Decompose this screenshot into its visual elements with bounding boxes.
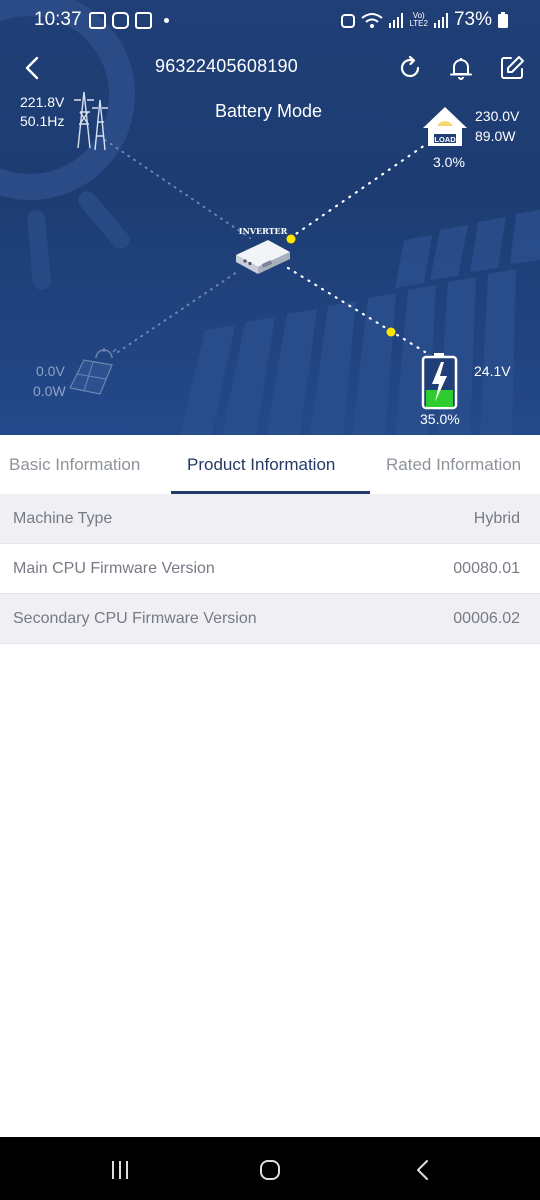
- battery-icon: [421, 353, 458, 410]
- flow-dot-battery: [386, 327, 396, 337]
- inverter-icon: [236, 240, 290, 274]
- info-key: Machine Type: [13, 510, 113, 527]
- energy-flow-panel: 10:37 Vo) LTE2 73% 96322405608190 Batter…: [0, 0, 540, 435]
- load-power: 89.0W: [475, 128, 516, 144]
- load-connector: [288, 143, 427, 240]
- grid-voltage: 221.8V: [20, 94, 65, 110]
- solar-panel-icon: [69, 348, 117, 395]
- flow-diagram: INVERTER LOAD: [69, 91, 467, 410]
- load-percent: 3.0%: [433, 154, 465, 170]
- recent-apps-icon[interactable]: [107, 1157, 133, 1183]
- product-info-list: Machine Type Hybrid Main CPU Firmware Ve…: [0, 494, 540, 644]
- load-badge: LOAD: [434, 135, 456, 144]
- info-row-machine-type: Machine Type Hybrid: [0, 494, 540, 544]
- info-tabs: Basic Information Product Information Ra…: [0, 435, 540, 494]
- battery-connector: [286, 266, 427, 354]
- grid-connector: [104, 139, 251, 239]
- load-voltage: 230.0V: [475, 108, 520, 124]
- battery-percent-label: 35.0%: [420, 411, 460, 427]
- info-row-main-cpu-firmware: Main CPU Firmware Version 00080.01: [0, 544, 540, 594]
- solar-power: 0.0W: [33, 383, 66, 399]
- grid-frequency: 50.1Hz: [20, 113, 65, 129]
- battery-voltage: 24.1V: [474, 363, 511, 379]
- info-value: Hybrid: [473, 510, 520, 527]
- info-row-secondary-cpu-firmware: Secondary CPU Firmware Version 00006.02: [0, 594, 540, 644]
- info-value: 00080.01: [453, 560, 520, 577]
- system-navigation-bar: [0, 1137, 540, 1200]
- info-key: Secondary CPU Firmware Version: [13, 610, 257, 627]
- inverter-label: INVERTER: [239, 226, 288, 236]
- battery-fill: [426, 390, 453, 407]
- home-icon[interactable]: [257, 1157, 283, 1183]
- info-key: Main CPU Firmware Version: [13, 560, 215, 577]
- tab-rated-information[interactable]: Rated Information: [386, 455, 521, 475]
- grid-tower-icon: [74, 91, 108, 151]
- solar-voltage: 0.0V: [36, 363, 65, 379]
- solar-connector: [117, 269, 241, 353]
- system-back-icon[interactable]: [410, 1157, 436, 1183]
- flow-dot-load: [286, 234, 296, 244]
- tab-product-information[interactable]: Product Information: [187, 455, 335, 475]
- tab-basic-information[interactable]: Basic Information: [9, 455, 140, 475]
- info-value: 00006.02: [453, 610, 520, 627]
